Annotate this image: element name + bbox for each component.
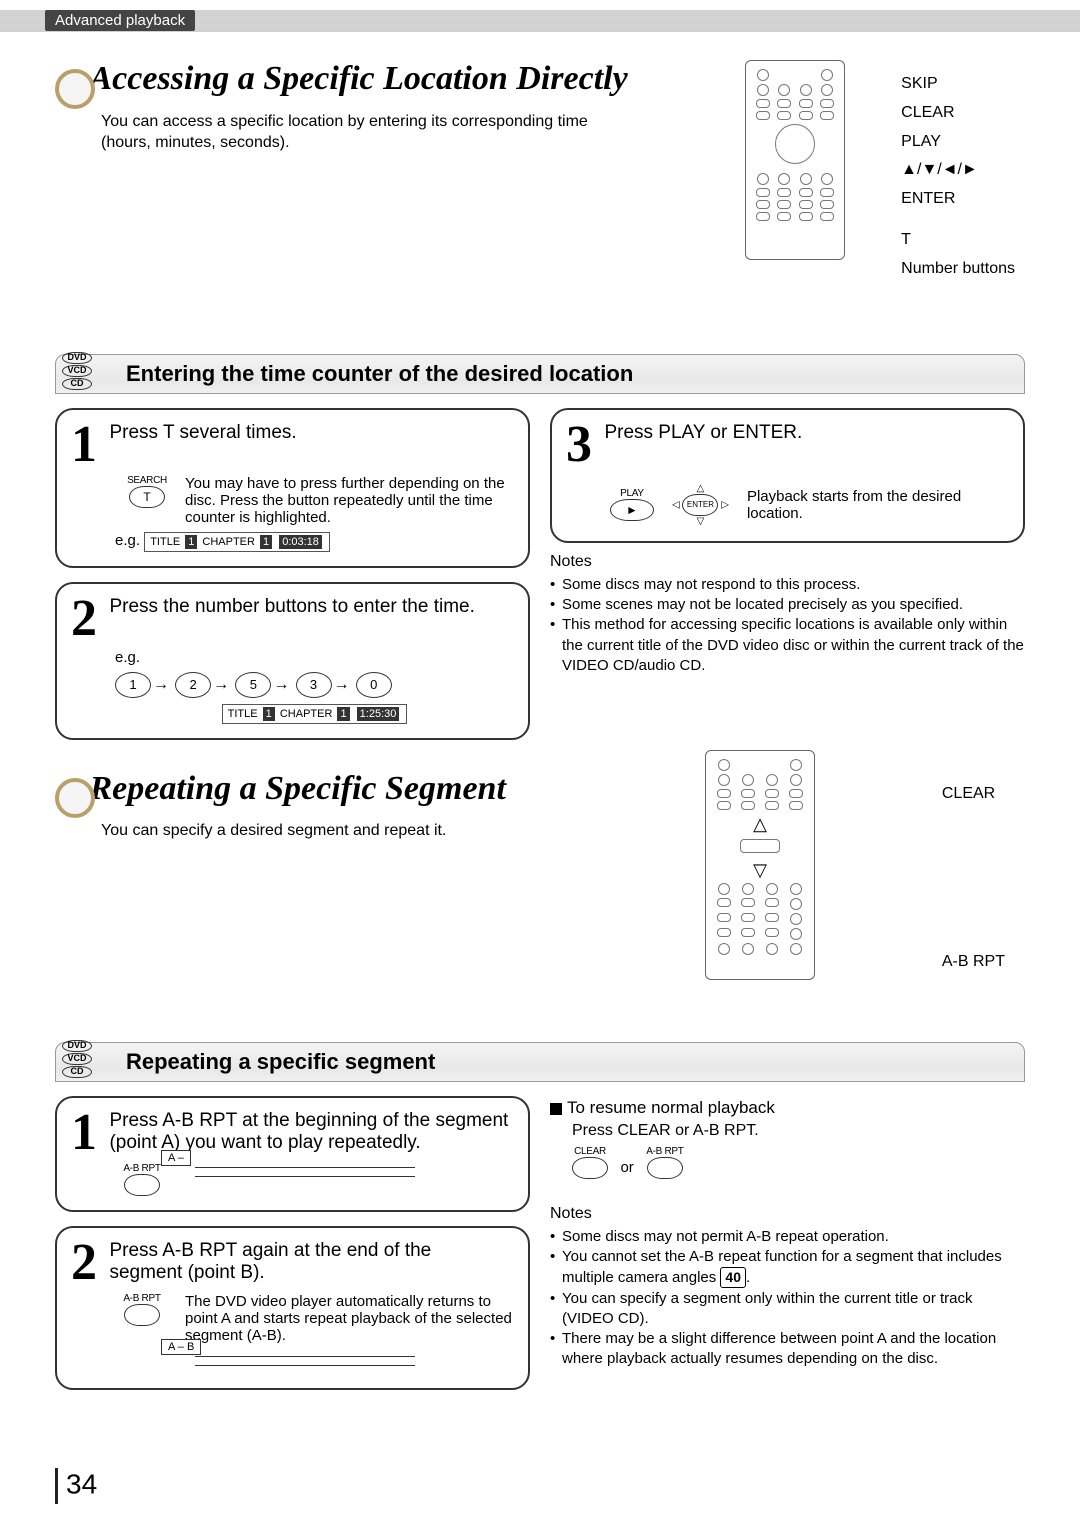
- step-2-box: 2 Press the number buttons to enter the …: [55, 582, 530, 740]
- remote-labels-2: CLEAR A-B RPT: [942, 780, 1005, 978]
- num-button: 3: [296, 672, 332, 698]
- nav-pad-icon: △ ◁ ENTER ▷ ▽: [672, 483, 729, 527]
- disc-tags: DVD VCD CD: [62, 351, 92, 391]
- ab-bar-ab: A – B: [195, 1356, 415, 1366]
- num-button: 5: [235, 672, 271, 698]
- step-number-2: 2: [71, 1240, 105, 1287]
- ab-bar-a: A –: [195, 1167, 415, 1177]
- step-number-1: 1: [71, 422, 105, 469]
- notes-a: Notes Some discs may not respond to this…: [550, 553, 1025, 676]
- step-number-2: 2: [71, 596, 105, 643]
- section-a-header: Accessing a Specific Location Directly Y…: [55, 60, 1025, 154]
- step-1-box: 1 Press T several times. SEARCH T You ma…: [55, 408, 530, 568]
- step-number-3: 3: [566, 422, 600, 469]
- resume-block: To resume normal playback Press CLEAR or…: [550, 1098, 1025, 1179]
- section-bar-repeating: DVD VCD CD Repeating a specific segment: [55, 1042, 1025, 1082]
- step-1-head: Press T several times.: [109, 422, 296, 444]
- section-a-title: Accessing a Specific Location Directly: [89, 60, 627, 97]
- page-ref: 40: [720, 1267, 746, 1288]
- section-a-desc: You can access a specific location by en…: [101, 111, 641, 154]
- step-number-1: 1: [71, 1110, 105, 1157]
- step-2-head: Press the number buttons to enter the ti…: [109, 596, 474, 618]
- step-3-result: Playback starts from the desired locatio…: [747, 488, 1009, 522]
- step-b2-body: The DVD video player automatically retur…: [185, 1293, 514, 1344]
- step-3-head: Press PLAY or ENTER.: [604, 422, 802, 444]
- square-bullet-icon: [550, 1103, 562, 1115]
- step-b2-box: 2 Press A-B RPT again at the end of the …: [55, 1226, 530, 1390]
- step-b2-head: Press A-B RPT again at the end of the se…: [109, 1240, 508, 1284]
- step-b1-box: 1 Press A-B RPT at the beginning of the …: [55, 1096, 530, 1212]
- disc-tags: DVD VCD CD: [62, 1039, 92, 1079]
- step-3-box: 3 Press PLAY or ENTER. PLAY ► △ ◁ ENTER …: [550, 408, 1025, 543]
- abrpt-button-icon: [124, 1174, 160, 1196]
- t-button-icon: T: [129, 486, 165, 508]
- notes-b: Notes Some discs may not permit A-B repe…: [550, 1205, 1025, 1370]
- section-b-desc: You can specify a desired segment and re…: [101, 820, 641, 842]
- step-b1-head: Press A-B RPT at the beginning of the se…: [109, 1110, 508, 1154]
- section-bar-entering-time: DVD VCD CD Entering the time counter of …: [55, 354, 1025, 394]
- play-button-icon: ►: [610, 499, 654, 521]
- num-button: 2: [175, 672, 211, 698]
- header-tab: Advanced playback: [45, 10, 195, 31]
- swirl-icon: [55, 69, 95, 109]
- remote-diagram-2: △ ▽: [705, 750, 815, 980]
- remote-diagram-1: [745, 60, 845, 260]
- abrpt-button-icon: [647, 1157, 683, 1179]
- num-button: 0: [356, 672, 392, 698]
- osd-1: TITLE 1 CHAPTER 1 0:03:18: [144, 532, 330, 552]
- section-b-title: Repeating a Specific Segment: [89, 770, 505, 807]
- clear-button-icon: [572, 1157, 608, 1179]
- page-number: 34: [55, 1468, 97, 1504]
- osd-2: TITLE 1 CHAPTER 1 1:25:30: [222, 704, 408, 724]
- swirl-icon: [55, 778, 95, 818]
- step-1-body: You may have to press further depending …: [185, 475, 514, 526]
- num-button: 1: [115, 672, 151, 698]
- abrpt-button-icon: [124, 1304, 160, 1326]
- remote-labels-1: SKIP CLEAR PLAY ▲/▼/◄/► ENTER T Number b…: [901, 70, 1015, 284]
- search-btn-label: SEARCH: [115, 475, 179, 486]
